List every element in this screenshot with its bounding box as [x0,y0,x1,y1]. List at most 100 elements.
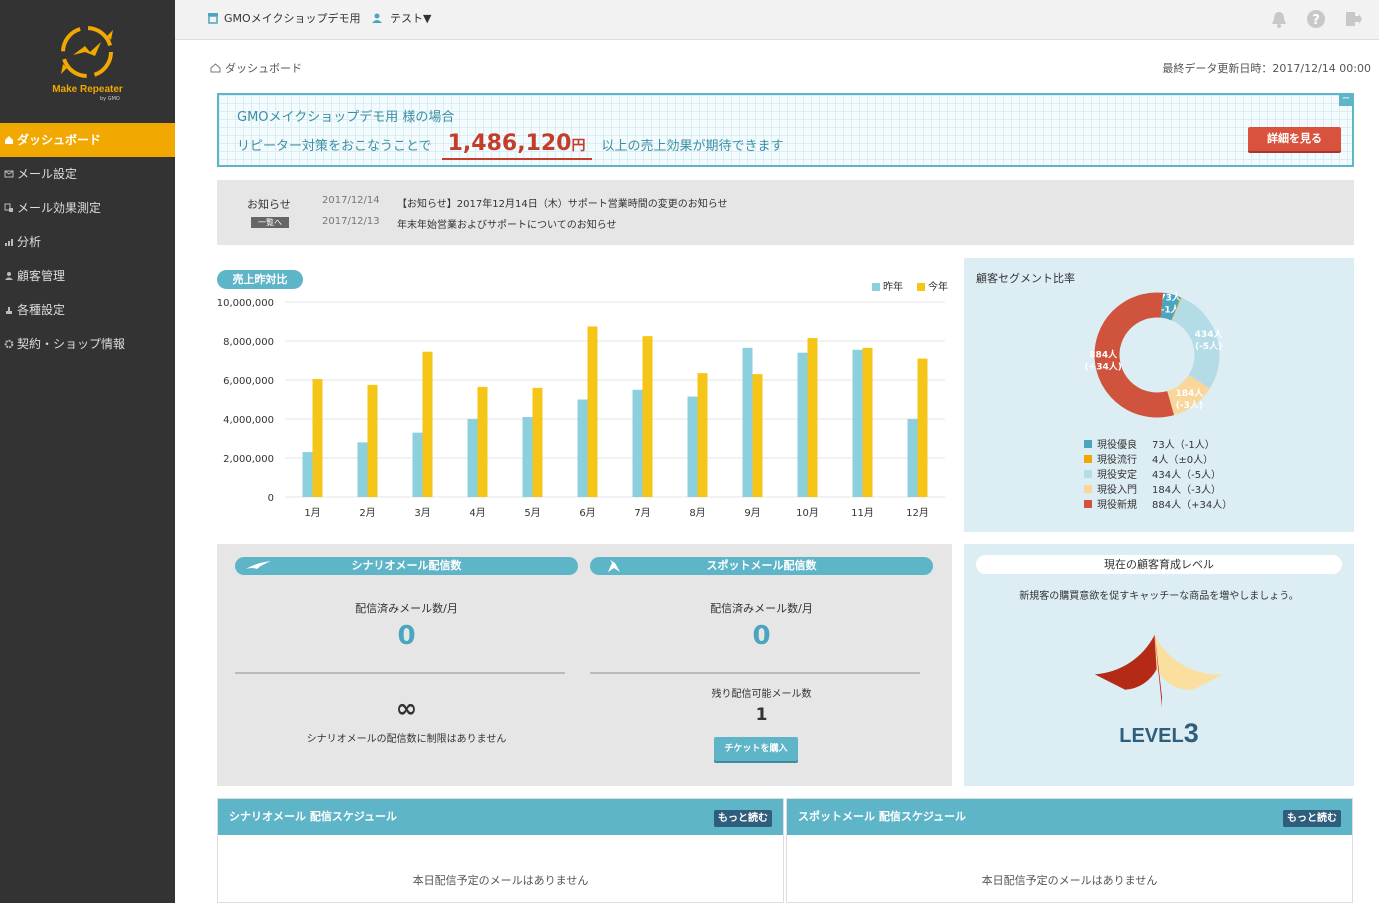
bar-prev[interactable] [467,419,478,497]
sidebar-item-dashboard[interactable]: ダッシュボード [0,123,175,157]
news-item[interactable]: 2017/12/14 【お知らせ】2017年12月14日（木）サポート営業時間の… [322,195,728,210]
level-word: LEVEL [1119,725,1184,747]
breadcrumb-current: ダッシュボード [225,62,302,75]
read-more-button[interactable]: もっと読む [714,810,772,827]
scenario-sent-label: 配信済みメール数/月 [355,602,458,615]
y-tick-label: 4,000,000 [223,415,274,426]
bar-curr[interactable] [752,374,763,497]
measure-icon [4,203,13,212]
x-tick-label: 7月 [634,507,650,519]
logo-text: Make Repeater [52,84,123,95]
make-repeater-logo[interactable]: Make Repeater by GMO [45,22,130,102]
bar-curr[interactable] [807,338,818,497]
scenario-limit: ∞ [395,694,418,724]
logout-icon[interactable] [1343,9,1363,29]
news-list-button[interactable]: 一覧へ [251,217,289,228]
user-menu[interactable]: テスト▼ [371,10,431,26]
bird-icon [608,560,620,572]
legend-value: 434人（-5人） [1152,470,1222,481]
news-text: 年末年始営業およびサポートについてのお知らせ [397,220,617,231]
banner-effect-line: リピーター対策をおこなうことで 1,486,120円 以上の売上効果が期待できま… [237,132,784,160]
bar-curr[interactable] [587,326,598,497]
bar-prev[interactable] [797,352,808,497]
minimize-button[interactable]: − [1339,94,1353,106]
news-date: 2017/12/14 [322,195,380,206]
bar-prev[interactable] [742,347,753,497]
view-details-button[interactable]: 詳細を見る [1248,127,1341,151]
bar-curr[interactable] [862,347,873,497]
bar-curr[interactable] [312,379,323,497]
x-tick-label: 8月 [689,507,705,519]
legend-label: 現役優良 [1097,440,1137,451]
spot-mail-header: スポットメール配信数 [590,557,933,575]
sidebar-item-analysis[interactable]: 分析 [0,225,175,259]
segment-legend-row: 現役優良 73人（-1人） [1084,436,1232,451]
x-tick-label: 10月 [796,507,819,519]
divider [235,672,565,674]
sales-bar-chart: 0 2,000,000 4,000,000 6,000,000 8,000,000 10,… [217,298,945,519]
level-number: 3 [1183,718,1199,748]
bar-prev[interactable] [577,399,588,498]
logo-mark-icon [61,26,113,78]
x-tick-label: 11月 [851,507,874,519]
y-tick-label: 0 [268,493,274,504]
x-tick-label: 3月 [414,507,430,519]
bar-curr[interactable] [477,386,488,497]
svg-text:?: ? [1312,13,1320,28]
home-icon [5,136,13,144]
sidebar-item-mail-measure[interactable]: メール効果測定 [0,191,175,225]
bar-prev[interactable] [357,442,368,497]
legend-value: 73人（-1人） [1152,440,1215,451]
bar-curr[interactable] [422,351,433,497]
divider [590,672,920,674]
legend-swatch [1084,484,1092,493]
banner-amount-unit: 円 [571,138,586,154]
shop-name: GMOメイクショップデモ用 [224,12,361,25]
level-label: LEVEL3 [964,718,1354,749]
bar-curr[interactable] [532,387,543,497]
banner-shop-line: GMOメイクショップデモ用 様の場合 [237,110,455,125]
bar-prev[interactable] [852,349,863,497]
scenario-mail-column: シナリオメール配信数 配信済みメール数/月 0 ∞ シナリオメールの配信数に制限… [235,544,580,786]
help-icon[interactable]: ? [1306,9,1326,29]
bar-curr[interactable] [367,384,378,497]
bar-prev[interactable] [687,396,698,497]
bar-prev[interactable] [302,452,313,497]
spot-sent-count: 0 [752,621,771,651]
sidebar-item-mail-settings[interactable]: メール設定 [0,157,175,191]
read-more-button[interactable]: もっと読む [1283,810,1341,827]
bar-curr[interactable] [642,336,653,497]
segment-legend-row: 現役入門 184人（-3人） [1084,481,1232,496]
y-tick-label: 10,000,000 [217,298,274,309]
segment-legend: 現役優良 73人（-1人） 現役流行 4人（±0人） 現役安定 434人（-5人） 現役入門… [1084,436,1232,511]
last-updated: 最終データ更新日時：2017/12/14 00:00 [1162,62,1371,75]
bar-prev[interactable] [412,432,423,497]
bar-curr[interactable] [697,373,708,497]
buy-ticket-button[interactable]: チケットを購入 [714,737,798,761]
sidebar-item-label: 各種設定 [17,303,66,317]
legend-value: 884人（+34人） [1152,500,1233,511]
gear-icon [4,339,14,349]
shop-selector[interactable]: GMOメイクショップデモ用 [207,10,360,26]
bar-prev[interactable] [907,419,918,497]
segment-panel: 顧客セグメント比率 73人 (-1人) 434人 (-5人) 184人 (-3人) 884人… [964,258,1354,532]
news-item[interactable]: 2017/12/13 年末年始営業およびサポートについてのお知らせ [322,216,617,231]
x-tick-label: 4月 [469,507,485,519]
sidebar-item-label: 顧客管理 [17,269,66,283]
x-tick-label: 12月 [906,507,929,519]
bell-icon[interactable] [1269,9,1289,29]
sidebar-item-label: メール設定 [17,167,78,181]
bar-prev[interactable] [522,417,533,497]
banner-suffix: 以上の売上効果が期待できます [601,139,784,154]
spot-schedule-empty: 本日配信予定のメールはありません [981,874,1158,887]
sidebar-item-contract[interactable]: 契約・ショップ情報 [0,327,175,361]
banner-amount-value: 1,486,120 [447,131,572,156]
bar-prev[interactable] [632,389,643,497]
sidebar-item-settings[interactable]: 各種設定 [0,293,175,327]
scenario-schedule-header: シナリオメール 配信スケジュール もっと読む [218,799,783,835]
sidebar-item-customers[interactable]: 顧客管理 [0,259,175,293]
sidebar: Make Repeater by GMO ダッシュボード メール設定 メール効果… [0,0,175,903]
bar-curr[interactable] [917,358,928,497]
legend-label: 現役入門 [1097,485,1137,496]
donut-label-diff: (-5人) [1195,340,1222,352]
